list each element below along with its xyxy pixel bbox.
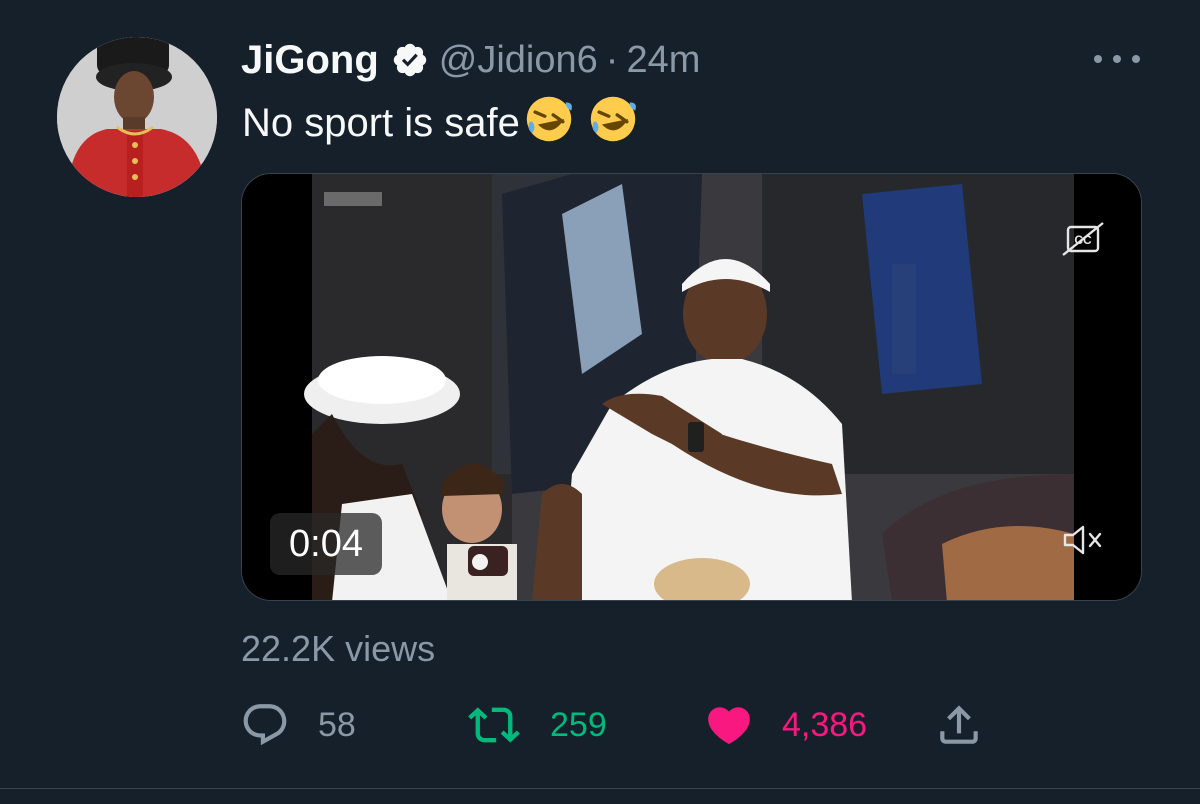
view-count: 22.2K views bbox=[241, 628, 436, 669]
video-player[interactable]: CC 0:04 bbox=[241, 173, 1142, 601]
timestamp[interactable]: 24m bbox=[626, 39, 700, 82]
like-count: 4,386 bbox=[782, 705, 868, 744]
avatar[interactable] bbox=[57, 37, 217, 197]
retweet-count: 259 bbox=[550, 705, 607, 744]
tweet-text-body: No sport is safe bbox=[242, 101, 520, 145]
reply-icon bbox=[243, 704, 287, 746]
user-handle[interactable]: @Jidion6 bbox=[439, 39, 598, 82]
closed-captions-icon[interactable]: CC bbox=[1057, 219, 1109, 261]
muted-speaker-icon[interactable] bbox=[1057, 519, 1109, 561]
display-name[interactable]: JiGong bbox=[241, 38, 379, 83]
share-icon bbox=[940, 705, 978, 744]
reply-count: 58 bbox=[318, 705, 356, 744]
video-duration: 0:04 bbox=[270, 513, 382, 575]
action-bar: 58 259 4,386 bbox=[0, 690, 1200, 760]
heart-filled-icon bbox=[708, 707, 750, 745]
retweet-button[interactable]: 259 bbox=[468, 690, 607, 760]
tweet: JiGong @Jidion6 · 24m No sport is safe 0… bbox=[0, 0, 1200, 804]
like-button[interactable]: 4,386 bbox=[704, 690, 867, 760]
reply-button[interactable]: 58 bbox=[240, 690, 356, 760]
separator: · bbox=[605, 38, 619, 81]
tweet-text: No sport is safe bbox=[242, 94, 638, 150]
divider bbox=[0, 788, 1200, 789]
tweet-header: JiGong @Jidion6 · 24m bbox=[241, 32, 700, 88]
avatar-image bbox=[57, 37, 217, 197]
retweet-icon bbox=[468, 707, 520, 743]
verified-badge-icon bbox=[391, 41, 429, 79]
more-options-icon[interactable] bbox=[1094, 48, 1140, 70]
rofl-emoji-icon bbox=[526, 96, 572, 142]
share-button[interactable] bbox=[934, 690, 984, 760]
rofl-emoji-icon bbox=[590, 96, 636, 142]
